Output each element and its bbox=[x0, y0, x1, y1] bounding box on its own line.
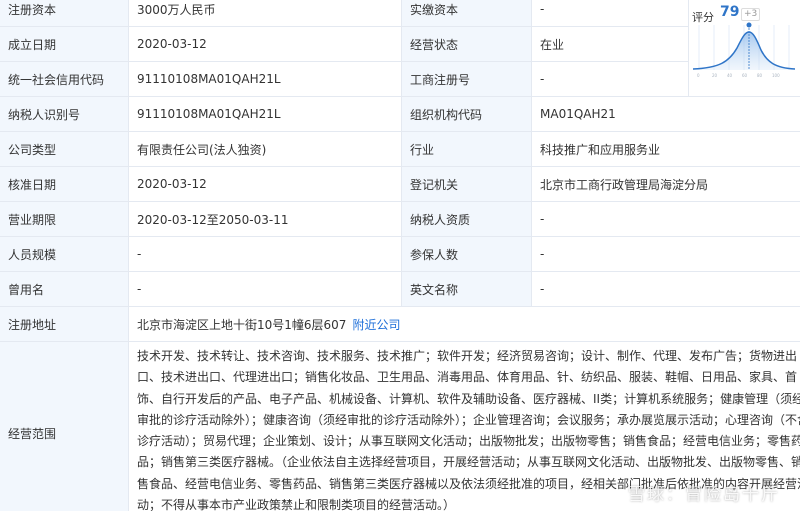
field-value: 在业 bbox=[531, 26, 689, 62]
field-value: - bbox=[531, 236, 800, 272]
field-label: 英文名称 bbox=[401, 271, 532, 307]
table-row: 注册地址 北京市海淀区上地十街10号1幢6层607 附近公司 bbox=[0, 306, 800, 342]
field-value: - bbox=[128, 271, 402, 307]
field-value: MA01QAH21 bbox=[531, 96, 800, 132]
field-label: 成立日期 bbox=[0, 26, 129, 62]
table-row: 公司类型 有限责任公司(法人独资) 行业 科技推广和应用服务业 bbox=[0, 131, 800, 167]
table-row: 营业期限 2020-03-12至2050-03-11 纳税人资质 - bbox=[0, 201, 800, 237]
field-label: 核准日期 bbox=[0, 166, 129, 202]
field-value: 2020-03-12 bbox=[128, 26, 402, 62]
address-value: 北京市海淀区上地十街10号1幢6层607 bbox=[137, 317, 347, 332]
field-value: - bbox=[531, 61, 689, 97]
field-value: 91110108MA01QAH21L bbox=[128, 61, 402, 97]
field-label: 组织机构代码 bbox=[401, 96, 532, 132]
field-label: 参保人数 bbox=[401, 236, 532, 272]
table-row: 人员规模 - 参保人数 - bbox=[0, 236, 800, 272]
table-row: 成立日期 2020-03-12 经营状态 在业 bbox=[0, 26, 800, 62]
field-label: 统一社会信用代码 bbox=[0, 61, 129, 97]
table-row: 注册资本 3000万人民币 实缴资本 - 评分 79 +3 0 20 40 60… bbox=[0, 0, 800, 97]
field-label: 行业 bbox=[401, 131, 532, 167]
field-value: 91110108MA01QAH21L bbox=[128, 96, 402, 132]
svg-text:40: 40 bbox=[727, 73, 733, 78]
address-value-cell: 北京市海淀区上地十街10号1幢6层607 附近公司 bbox=[128, 306, 800, 342]
field-label: 公司类型 bbox=[0, 131, 129, 167]
field-value: 2020-03-12 bbox=[128, 166, 402, 202]
business-scope-label: 经营范围 bbox=[0, 341, 129, 511]
field-label: 曾用名 bbox=[0, 271, 129, 307]
table-row: 统一社会信用代码 91110108MA01QAH21L 工商注册号 - bbox=[0, 61, 800, 97]
field-value: 2020-03-12至2050-03-11 bbox=[128, 201, 402, 237]
field-label: 纳税人资质 bbox=[401, 201, 532, 237]
field-value: - bbox=[531, 201, 800, 237]
field-label: 实缴资本 bbox=[401, 0, 532, 27]
field-label: 经营状态 bbox=[401, 26, 532, 62]
field-value: - bbox=[531, 0, 689, 27]
field-value: 北京市工商行政管理局海淀分局 bbox=[531, 166, 800, 202]
field-label: 登记机关 bbox=[401, 166, 532, 202]
company-info-table: 注册资本 3000万人民币 实缴资本 - 评分 79 +3 0 20 40 60… bbox=[0, 0, 800, 511]
field-value: - bbox=[128, 236, 402, 272]
table-row: 曾用名 - 英文名称 - bbox=[0, 271, 800, 307]
svg-text:20: 20 bbox=[712, 73, 718, 78]
svg-text:0: 0 bbox=[697, 73, 700, 78]
field-label: 纳税人识别号 bbox=[0, 96, 129, 132]
field-value: - bbox=[531, 271, 800, 307]
score-value: 79 bbox=[720, 4, 740, 20]
table-row: 核准日期 2020-03-12 登记机关 北京市工商行政管理局海淀分局 bbox=[0, 166, 800, 202]
company-info-panel: 注册资本 3000万人民币 实缴资本 - 评分 79 +3 0 20 40 60… bbox=[0, 0, 800, 511]
score-distribution-chart: 0 20 40 60 80 100 bbox=[692, 22, 796, 78]
field-label: 工商注册号 bbox=[401, 61, 532, 97]
score-widget[interactable]: 评分 79 +3 0 20 40 60 80 100 bbox=[688, 0, 800, 97]
table-row: 纳税人识别号 91110108MA01QAH21L 组织机构代码 MA01QAH… bbox=[0, 96, 800, 132]
field-label: 注册资本 bbox=[0, 0, 129, 27]
field-label: 营业期限 bbox=[0, 201, 129, 237]
field-label: 人员规模 bbox=[0, 236, 129, 272]
field-value: 3000万人民币 bbox=[128, 0, 402, 27]
score-delta: +3 bbox=[741, 8, 761, 21]
field-value: 有限责任公司(法人独资) bbox=[128, 131, 402, 167]
svg-text:80: 80 bbox=[757, 73, 763, 78]
svg-text:100: 100 bbox=[772, 73, 780, 78]
watermark: 雪球：冒险岛十斤 bbox=[628, 485, 780, 505]
field-value: 科技推广和应用服务业 bbox=[531, 131, 800, 167]
svg-text:60: 60 bbox=[742, 73, 748, 78]
nearby-companies-link[interactable]: 附近公司 bbox=[352, 318, 400, 332]
address-label: 注册地址 bbox=[0, 306, 129, 342]
